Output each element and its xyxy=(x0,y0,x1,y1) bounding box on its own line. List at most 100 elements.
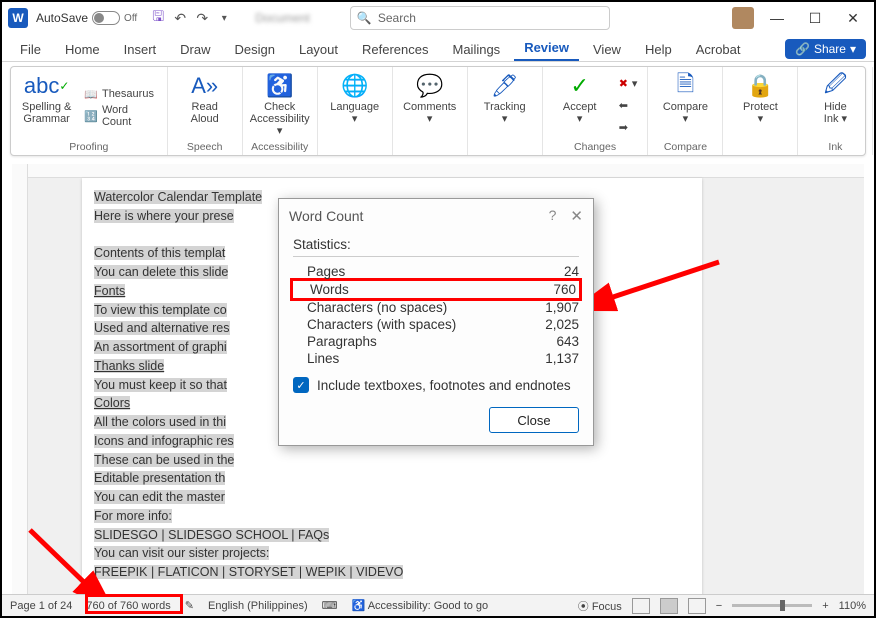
group-proofing: abc✓ Spelling &Grammar 📖Thesaurus 🔢Word … xyxy=(11,67,168,155)
save-icon[interactable]: 🖫 xyxy=(147,7,169,29)
status-page[interactable]: Page 1 of 24 xyxy=(10,600,72,612)
read-aloud-button[interactable]: A»ReadAloud xyxy=(176,71,234,139)
ribbon: abc✓ Spelling &Grammar 📖Thesaurus 🔢Word … xyxy=(10,66,866,156)
zoom-in-button[interactable]: + xyxy=(822,600,828,612)
zoom-level[interactable]: 110% xyxy=(839,600,866,612)
language-button[interactable]: 🌐Language▾ xyxy=(326,71,384,151)
autosave-toggle[interactable]: AutoSave Off xyxy=(36,11,137,25)
tab-insert[interactable]: Insert xyxy=(114,38,167,61)
group-accessibility: ♿CheckAccessibility ▾ Accessibility xyxy=(243,67,318,155)
group-tracking: 🖊Tracking▾ xyxy=(468,67,543,155)
title-bar: W AutoSave Off 🖫 ↶ ↷ ▾ Document 🔍 Search… xyxy=(2,2,874,34)
tab-help[interactable]: Help xyxy=(635,38,682,61)
help-icon[interactable]: ? xyxy=(549,207,557,225)
dialog-titlebar[interactable]: Word Count ? ✕ xyxy=(279,199,593,233)
share-button[interactable]: 🔗 Share ▾ xyxy=(785,39,866,59)
autosave-label: AutoSave xyxy=(36,11,88,25)
group-comments: 💬Comments▾ xyxy=(393,67,468,155)
horizontal-ruler xyxy=(28,164,864,178)
web-layout-button[interactable] xyxy=(688,598,706,614)
reject-button[interactable]: ✖▾ xyxy=(617,73,640,93)
status-language[interactable]: English (Philippines) xyxy=(208,600,308,612)
tab-acrobat[interactable]: Acrobat xyxy=(686,38,751,61)
protect-button[interactable]: 🔒Protect▾ xyxy=(731,71,789,151)
minimize-button[interactable]: — xyxy=(762,5,792,31)
lock-icon: 🔒 xyxy=(747,73,774,99)
status-predictions-icon[interactable]: ⌨ xyxy=(322,599,338,612)
tab-draw[interactable]: Draw xyxy=(170,38,220,61)
tracking-icon: 🖊 xyxy=(491,73,519,99)
comments-icon: 💬 xyxy=(416,73,443,99)
tab-layout[interactable]: Layout xyxy=(289,38,348,61)
tab-file[interactable]: File xyxy=(10,38,51,61)
zoom-out-button[interactable]: − xyxy=(716,600,722,612)
word-count-button[interactable]: 🔢Word Count xyxy=(82,106,158,126)
thesaurus-icon: 📖 xyxy=(84,88,98,101)
checkbox-checked-icon[interactable]: ✓ xyxy=(293,377,309,393)
focus-mode-button[interactable]: ⦿ Focus xyxy=(578,598,622,614)
undo-icon[interactable]: ↶ xyxy=(169,7,191,29)
print-layout-button[interactable] xyxy=(660,598,678,614)
autosave-state: Off xyxy=(124,13,137,24)
stat-paragraphs: Paragraphs643 xyxy=(293,333,579,350)
tab-review[interactable]: Review xyxy=(514,36,579,61)
ink-icon: 🖉 xyxy=(824,73,847,99)
group-protect: 🔒Protect▾ xyxy=(723,67,798,155)
redo-icon[interactable]: ↷ xyxy=(191,7,213,29)
read-mode-button[interactable] xyxy=(632,598,650,614)
accept-button[interactable]: ✓Accept▾ xyxy=(551,71,609,139)
dialog-close-button[interactable]: Close xyxy=(489,407,579,433)
document-title: Document xyxy=(255,11,310,25)
user-avatar[interactable] xyxy=(732,7,754,29)
maximize-button[interactable]: ☐ xyxy=(800,5,830,31)
wordcount-icon: 🔢 xyxy=(84,110,98,123)
accessibility-icon: ♿ xyxy=(266,73,293,99)
qat-dropdown-icon[interactable]: ▾ xyxy=(213,7,235,29)
tab-mailings[interactable]: Mailings xyxy=(443,38,511,61)
tab-references[interactable]: References xyxy=(352,38,438,61)
read-aloud-icon: A» xyxy=(191,73,218,99)
close-button[interactable]: ✕ xyxy=(838,5,868,31)
check-accessibility-button[interactable]: ♿CheckAccessibility ▾ xyxy=(251,71,309,139)
thesaurus-button[interactable]: 📖Thesaurus xyxy=(82,84,158,104)
toggle-switch[interactable] xyxy=(92,11,120,25)
next-change-button[interactable]: ➡ xyxy=(617,117,640,137)
comments-button[interactable]: 💬Comments▾ xyxy=(401,71,459,151)
spelling-grammar-button[interactable]: abc✓ Spelling &Grammar xyxy=(19,71,74,139)
stat-lines: Lines1,137 xyxy=(293,350,579,367)
status-bar: Page 1 of 24 760 of 760 words ✎ English … xyxy=(2,594,874,616)
reject-icon: ✖ xyxy=(619,77,628,90)
statistics-label: Statistics: xyxy=(293,237,579,257)
status-accessibility[interactable]: ♿ Accessibility: Good to go xyxy=(352,599,489,612)
share-label: Share xyxy=(814,42,846,56)
status-wordcount[interactable]: 760 of 760 words xyxy=(86,600,170,612)
tab-view[interactable]: View xyxy=(583,38,631,61)
group-ink: 🖉HideInk ▾ Ink xyxy=(798,67,873,155)
search-icon: 🔍 xyxy=(357,11,372,25)
spelling-icon: abc✓ xyxy=(24,73,70,99)
compare-icon: 🗎 xyxy=(677,73,695,99)
tab-home[interactable]: Home xyxy=(55,38,110,61)
prev-change-button[interactable]: ⬅ xyxy=(617,95,640,115)
search-input[interactable]: 🔍 Search xyxy=(350,6,610,30)
compare-button[interactable]: 🗎Compare▾ xyxy=(656,71,714,139)
stat-words: Words760 xyxy=(290,278,582,301)
status-proofing-icon[interactable]: ✎ xyxy=(185,599,194,612)
tab-design[interactable]: Design xyxy=(225,38,285,61)
tracking-button[interactable]: 🖊Tracking▾ xyxy=(476,71,534,151)
include-checkbox-row[interactable]: ✓ Include textboxes, footnotes and endno… xyxy=(293,377,579,393)
hide-ink-button[interactable]: 🖉HideInk ▾ xyxy=(806,71,864,139)
word-app-icon: W xyxy=(8,8,28,28)
dialog-close-icon[interactable]: ✕ xyxy=(570,207,583,225)
next-icon: ➡ xyxy=(619,121,628,134)
group-language: 🌐Language▾ xyxy=(318,67,393,155)
group-speech: A»ReadAloud Speech xyxy=(168,67,243,155)
ribbon-tabs: File Home Insert Draw Design Layout Refe… xyxy=(2,34,874,62)
search-placeholder: Search xyxy=(378,11,416,25)
prev-icon: ⬅ xyxy=(619,99,628,112)
group-changes: ✓Accept▾ ✖▾ ⬅ ➡ Changes xyxy=(543,67,649,155)
stat-chars-space: Characters (with spaces)2,025 xyxy=(293,316,579,333)
zoom-slider[interactable] xyxy=(732,604,812,607)
accept-icon: ✓ xyxy=(570,73,588,99)
dialog-title: Word Count xyxy=(289,208,363,224)
